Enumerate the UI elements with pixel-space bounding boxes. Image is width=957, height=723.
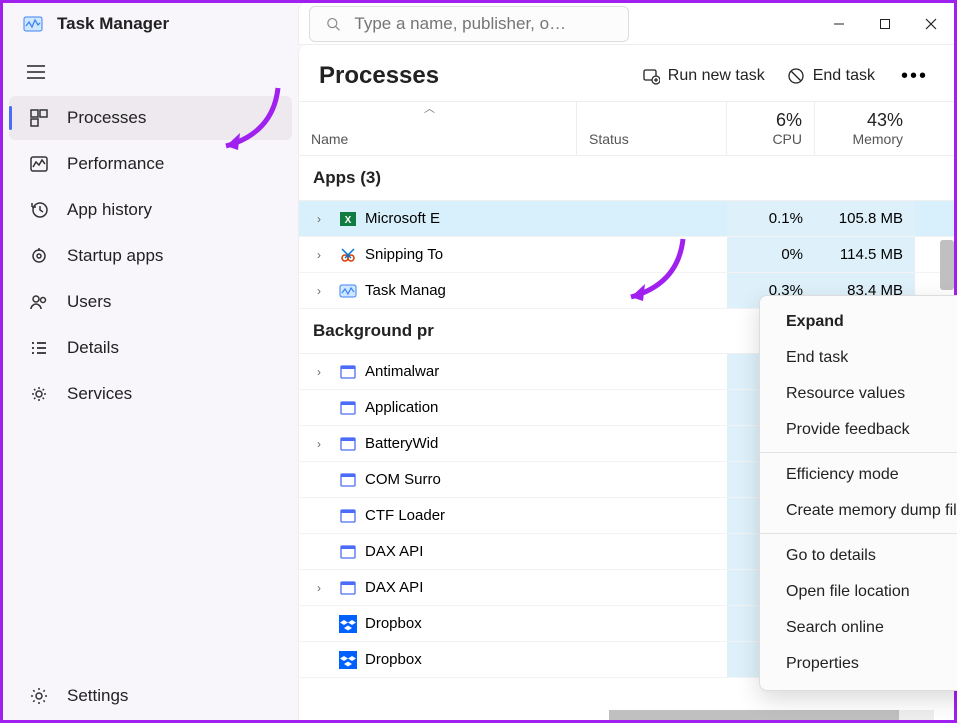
process-name: CTF Loader <box>365 507 445 524</box>
sidebar-item-label: App history <box>67 200 152 220</box>
page-title: Processes <box>319 62 439 90</box>
close-button[interactable] <box>908 3 954 45</box>
run-task-icon <box>642 67 660 85</box>
process-icon <box>339 651 357 669</box>
menu-item-properties[interactable]: Properties <box>760 646 957 682</box>
sidebar-item-label: Startup apps <box>67 246 163 266</box>
process-memory: 105.8 MB <box>815 201 915 236</box>
sidebar-item-label: Settings <box>67 686 128 706</box>
maximize-button[interactable] <box>862 3 908 45</box>
process-row[interactable]: › Snipping To 0%114.5 MB <box>299 237 954 273</box>
process-memory: 114.5 MB <box>815 237 915 272</box>
process-name: COM Surro <box>365 471 441 488</box>
group-header: Apps (3) <box>299 156 954 201</box>
chevron-right-icon[interactable]: › <box>317 212 331 226</box>
process-icon <box>339 471 357 489</box>
chevron-right-icon[interactable]: › <box>317 437 331 451</box>
process-icon: X <box>339 210 357 228</box>
search-input[interactable] <box>354 14 612 34</box>
search-box[interactable] <box>309 6 629 42</box>
sidebar-item-processes[interactable]: Processes <box>9 96 292 140</box>
context-menu: ExpandEnd taskResource values›Provide fe… <box>759 295 957 691</box>
sidebar-item-details[interactable]: Details <box>9 326 292 370</box>
process-icon <box>339 507 357 525</box>
process-name: BatteryWid <box>365 435 438 452</box>
column-name[interactable]: Name <box>299 102 577 155</box>
sidebar-item-label: Users <box>67 292 111 312</box>
process-cpu: 0% <box>727 237 815 272</box>
menu-item-search-online[interactable]: Search online <box>760 610 957 646</box>
sidebar-item-services[interactable]: Services <box>9 372 292 416</box>
processes-icon <box>29 108 49 128</box>
users-icon <box>29 292 49 312</box>
process-name: DAX API <box>365 579 423 596</box>
process-icon <box>339 579 357 597</box>
process-name: Snipping To <box>365 246 443 263</box>
sort-indicator-icon: ︿ <box>424 100 435 116</box>
details-icon <box>29 338 49 358</box>
menu-item-resource-values[interactable]: Resource values› <box>760 376 957 412</box>
process-icon <box>339 615 357 633</box>
process-name: Microsoft E <box>365 210 440 227</box>
columns-header: Name Status 6% CPU 43% Memory <box>299 101 954 156</box>
sidebar-item-label: Performance <box>67 154 164 174</box>
sidebar-item-label: Services <box>67 384 132 404</box>
process-icon <box>339 246 357 264</box>
minimize-button[interactable] <box>816 3 862 45</box>
more-options-button[interactable]: ••• <box>895 65 934 88</box>
process-name: Application <box>365 399 438 416</box>
process-icon <box>339 282 357 300</box>
sidebar: Processes Performance App history Startup a… <box>3 45 298 720</box>
process-name: Task Manag <box>365 282 446 299</box>
startup-apps-icon <box>29 246 49 266</box>
menu-item-go-to-details[interactable]: Go to details <box>760 538 957 574</box>
menu-item-expand[interactable]: Expand <box>760 304 957 340</box>
run-new-task-button[interactable]: Run new task <box>640 61 767 91</box>
search-icon <box>326 16 340 32</box>
menu-item-end-task[interactable]: End task <box>760 340 957 376</box>
process-name: Antimalwar <box>365 363 439 380</box>
chevron-right-icon[interactable]: › <box>317 581 331 595</box>
taskmgr-app-icon <box>23 14 43 34</box>
menu-item-provide-feedback[interactable]: Provide feedback <box>760 412 957 448</box>
process-name: DAX API <box>365 543 423 560</box>
process-cpu: 0.1% <box>727 201 815 236</box>
sidebar-item-users[interactable]: Users <box>9 280 292 324</box>
process-icon <box>339 543 357 561</box>
end-task-button[interactable]: End task <box>785 61 877 91</box>
process-name: Dropbox <box>365 651 422 668</box>
sidebar-item-label: Processes <box>67 108 146 128</box>
end-task-icon <box>787 67 805 85</box>
process-name: Dropbox <box>365 615 422 632</box>
app-title: Task Manager <box>57 14 169 34</box>
chevron-right-icon[interactable]: › <box>317 248 331 262</box>
horizontal-scrollbar[interactable] <box>609 710 934 720</box>
vertical-scrollbar[interactable] <box>940 240 954 290</box>
app-history-icon <box>29 200 49 220</box>
performance-icon <box>29 154 49 174</box>
process-icon <box>339 399 357 417</box>
menu-item-efficiency-mode[interactable]: Efficiency mode <box>760 457 957 493</box>
sidebar-item-performance[interactable]: Performance <box>9 142 292 186</box>
process-row[interactable]: › X Microsoft E 0.1%105.8 MB <box>299 201 954 237</box>
sidebar-item-label: Details <box>67 338 119 358</box>
menu-separator <box>760 533 957 534</box>
process-icon <box>339 363 357 381</box>
services-icon <box>29 384 49 404</box>
hamburger-button[interactable] <box>3 53 298 94</box>
column-cpu[interactable]: 6% CPU <box>727 102 815 155</box>
menu-item-open-file-location[interactable]: Open file location <box>760 574 957 610</box>
process-icon <box>339 435 357 453</box>
sidebar-item-app-history[interactable]: App history <box>9 188 292 232</box>
column-status[interactable]: Status <box>577 102 727 155</box>
svg-text:X: X <box>345 215 352 226</box>
gear-icon <box>29 686 49 706</box>
chevron-right-icon[interactable]: › <box>317 365 331 379</box>
chevron-right-icon[interactable]: › <box>317 284 331 298</box>
column-memory[interactable]: 43% Memory <box>815 102 915 155</box>
menu-separator <box>760 452 957 453</box>
sidebar-item-startup-apps[interactable]: Startup apps <box>9 234 292 278</box>
sidebar-item-settings[interactable]: Settings <box>9 674 292 718</box>
menu-item-create-memory-dump-file[interactable]: Create memory dump file <box>760 493 957 529</box>
